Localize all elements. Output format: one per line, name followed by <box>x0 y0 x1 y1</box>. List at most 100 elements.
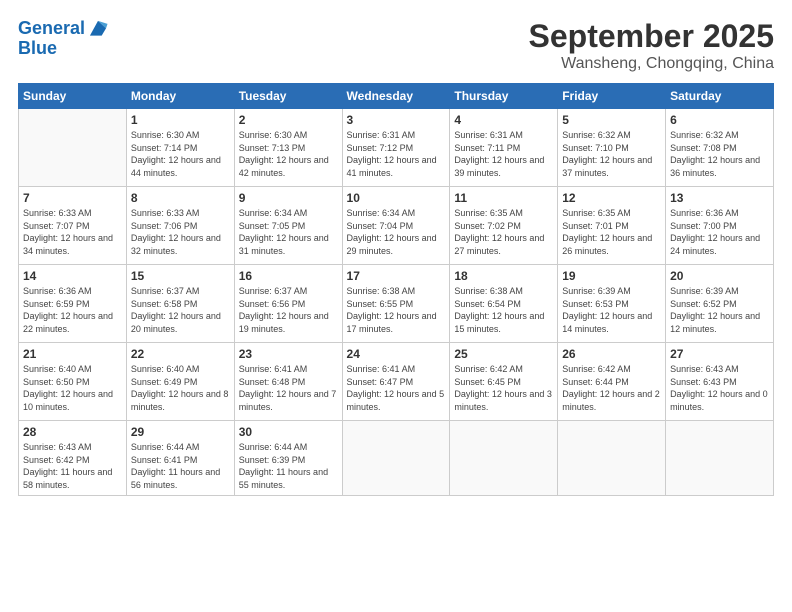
day-info: Sunrise: 6:44 AMSunset: 6:41 PMDaylight:… <box>131 441 230 491</box>
day-number: 26 <box>562 347 661 361</box>
day-info: Sunrise: 6:30 AMSunset: 7:13 PMDaylight:… <box>239 129 338 179</box>
calendar-cell: 5 Sunrise: 6:32 AMSunset: 7:10 PMDaylight… <box>558 109 666 187</box>
day-info: Sunrise: 6:34 AMSunset: 7:05 PMDaylight:… <box>239 207 338 257</box>
day-number: 6 <box>670 113 769 127</box>
day-number: 8 <box>131 191 230 205</box>
day-info: Sunrise: 6:33 AMSunset: 7:06 PMDaylight:… <box>131 207 230 257</box>
day-number: 20 <box>670 269 769 283</box>
day-info: Sunrise: 6:41 AMSunset: 6:48 PMDaylight:… <box>239 363 338 413</box>
calendar-cell: 30Sunrise: 6:44 AMSunset: 6:39 PMDayligh… <box>234 421 342 496</box>
day-info: Sunrise: 6:39 AMSunset: 6:53 PMDaylight:… <box>562 285 661 335</box>
weekday-header-friday: Friday <box>558 84 666 109</box>
weekday-header-monday: Monday <box>126 84 234 109</box>
calendar-cell <box>342 421 450 496</box>
weekday-header-saturday: Saturday <box>666 84 774 109</box>
calendar-cell: 11 Sunrise: 6:35 AMSunset: 7:02 PMDayligh… <box>450 187 558 265</box>
calendar-cell: 26Sunrise: 6:42 AMSunset: 6:44 PMDayligh… <box>558 343 666 421</box>
calendar-cell: 22 Sunrise: 6:40 AMSunset: 6:49 PMDayligh… <box>126 343 234 421</box>
day-info: Sunrise: 6:44 AMSunset: 6:39 PMDaylight:… <box>239 441 338 491</box>
day-info: Sunrise: 6:32 AMSunset: 7:08 PMDaylight:… <box>670 129 769 179</box>
day-number: 17 <box>347 269 446 283</box>
calendar-cell: 25 Sunrise: 6:42 AMSunset: 6:45 PMDayligh… <box>450 343 558 421</box>
calendar-subtitle: Wansheng, Chongqing, China <box>529 55 774 73</box>
weekday-header-sunday: Sunday <box>19 84 127 109</box>
day-number: 25 <box>454 347 553 361</box>
week-row-5: 28 Sunrise: 6:43 AMSunset: 6:42 PMDayligh… <box>19 421 774 496</box>
logo: General Blue <box>18 18 109 59</box>
calendar-cell <box>558 421 666 496</box>
calendar-cell: 10Sunrise: 6:34 AMSunset: 7:04 PMDayligh… <box>342 187 450 265</box>
calendar-cell: 14Sunrise: 6:36 AMSunset: 6:59 PMDayligh… <box>19 265 127 343</box>
day-number: 15 <box>131 269 230 283</box>
calendar-cell: 3 Sunrise: 6:31 AMSunset: 7:12 PMDaylight… <box>342 109 450 187</box>
day-number: 19 <box>562 269 661 283</box>
week-row-1: 1Sunrise: 6:30 AMSunset: 7:14 PMDaylight… <box>19 109 774 187</box>
calendar-cell: 15 Sunrise: 6:37 AMSunset: 6:58 PMDayligh… <box>126 265 234 343</box>
day-number: 21 <box>23 347 122 361</box>
calendar-cell: 9Sunrise: 6:34 AMSunset: 7:05 PMDaylight… <box>234 187 342 265</box>
day-info: Sunrise: 6:35 AMSunset: 7:01 PMDaylight:… <box>562 207 661 257</box>
day-info: Sunrise: 6:36 AMSunset: 7:00 PMDaylight:… <box>670 207 769 257</box>
day-number: 5 <box>562 113 661 127</box>
day-number: 16 <box>239 269 338 283</box>
day-number: 11 <box>454 191 553 205</box>
calendar-cell: 2 Sunrise: 6:30 AMSunset: 7:13 PMDaylight… <box>234 109 342 187</box>
day-info: Sunrise: 6:39 AMSunset: 6:52 PMDaylight:… <box>670 285 769 335</box>
calendar-cell <box>666 421 774 496</box>
day-info: Sunrise: 6:31 AMSunset: 7:12 PMDaylight:… <box>347 129 446 179</box>
calendar-cell: 8 Sunrise: 6:33 AMSunset: 7:06 PMDaylight… <box>126 187 234 265</box>
calendar-cell: 6 Sunrise: 6:32 AMSunset: 7:08 PMDaylight… <box>666 109 774 187</box>
day-number: 28 <box>23 425 122 439</box>
calendar-cell: 21Sunrise: 6:40 AMSunset: 6:50 PMDayligh… <box>19 343 127 421</box>
calendar-cell: 18Sunrise: 6:38 AMSunset: 6:54 PMDayligh… <box>450 265 558 343</box>
weekday-header-thursday: Thursday <box>450 84 558 109</box>
calendar-cell: 1Sunrise: 6:30 AMSunset: 7:14 PMDaylight… <box>126 109 234 187</box>
day-number: 22 <box>131 347 230 361</box>
week-row-2: 7 Sunrise: 6:33 AMSunset: 7:07 PMDaylight… <box>19 187 774 265</box>
logo-blue: Blue <box>18 38 109 59</box>
day-info: Sunrise: 6:42 AMSunset: 6:45 PMDaylight:… <box>454 363 553 413</box>
day-info: Sunrise: 6:34 AMSunset: 7:04 PMDaylight:… <box>347 207 446 257</box>
day-number: 3 <box>347 113 446 127</box>
week-row-4: 21Sunrise: 6:40 AMSunset: 6:50 PMDayligh… <box>19 343 774 421</box>
calendar-cell: 29 Sunrise: 6:44 AMSunset: 6:41 PMDayligh… <box>126 421 234 496</box>
day-number: 2 <box>239 113 338 127</box>
day-info: Sunrise: 6:43 AMSunset: 6:42 PMDaylight:… <box>23 441 122 491</box>
day-info: Sunrise: 6:36 AMSunset: 6:59 PMDaylight:… <box>23 285 122 335</box>
day-number: 23 <box>239 347 338 361</box>
calendar-cell: 16 Sunrise: 6:37 AMSunset: 6:56 PMDayligh… <box>234 265 342 343</box>
day-info: Sunrise: 6:33 AMSunset: 7:07 PMDaylight:… <box>23 207 122 257</box>
calendar-cell: 19 Sunrise: 6:39 AMSunset: 6:53 PMDayligh… <box>558 265 666 343</box>
title-block: September 2025 Wansheng, Chongqing, Chin… <box>529 18 774 73</box>
calendar-cell: 12 Sunrise: 6:35 AMSunset: 7:01 PMDayligh… <box>558 187 666 265</box>
day-number: 4 <box>454 113 553 127</box>
calendar-cell: 24 Sunrise: 6:41 AMSunset: 6:47 PMDayligh… <box>342 343 450 421</box>
day-number: 24 <box>347 347 446 361</box>
weekday-header-row: SundayMondayTuesdayWednesdayThursdayFrid… <box>19 84 774 109</box>
day-number: 7 <box>23 191 122 205</box>
day-info: Sunrise: 6:37 AMSunset: 6:58 PMDaylight:… <box>131 285 230 335</box>
day-info: Sunrise: 6:38 AMSunset: 6:54 PMDaylight:… <box>454 285 553 335</box>
day-info: Sunrise: 6:41 AMSunset: 6:47 PMDaylight:… <box>347 363 446 413</box>
calendar-cell: 4 Sunrise: 6:31 AMSunset: 7:11 PMDaylight… <box>450 109 558 187</box>
day-info: Sunrise: 6:35 AMSunset: 7:02 PMDaylight:… <box>454 207 553 257</box>
day-number: 27 <box>670 347 769 361</box>
week-row-3: 14Sunrise: 6:36 AMSunset: 6:59 PMDayligh… <box>19 265 774 343</box>
calendar-cell: 13 Sunrise: 6:36 AMSunset: 7:00 PMDayligh… <box>666 187 774 265</box>
calendar-cell: 17 Sunrise: 6:38 AMSunset: 6:55 PMDayligh… <box>342 265 450 343</box>
day-number: 12 <box>562 191 661 205</box>
day-info: Sunrise: 6:40 AMSunset: 6:49 PMDaylight:… <box>131 363 230 413</box>
day-info: Sunrise: 6:32 AMSunset: 7:10 PMDaylight:… <box>562 129 661 179</box>
calendar-cell: 23 Sunrise: 6:41 AMSunset: 6:48 PMDayligh… <box>234 343 342 421</box>
day-info: Sunrise: 6:38 AMSunset: 6:55 PMDaylight:… <box>347 285 446 335</box>
day-info: Sunrise: 6:31 AMSunset: 7:11 PMDaylight:… <box>454 129 553 179</box>
calendar-table: SundayMondayTuesdayWednesdayThursdayFrid… <box>18 83 774 496</box>
day-info: Sunrise: 6:37 AMSunset: 6:56 PMDaylight:… <box>239 285 338 335</box>
day-number: 13 <box>670 191 769 205</box>
logo-icon <box>87 18 109 40</box>
calendar-title: September 2025 <box>529 18 774 55</box>
calendar-cell <box>19 109 127 187</box>
day-number: 29 <box>131 425 230 439</box>
header: General Blue September 2025 Wansheng, Ch… <box>18 18 774 73</box>
day-info: Sunrise: 6:30 AMSunset: 7:14 PMDaylight:… <box>131 129 230 179</box>
